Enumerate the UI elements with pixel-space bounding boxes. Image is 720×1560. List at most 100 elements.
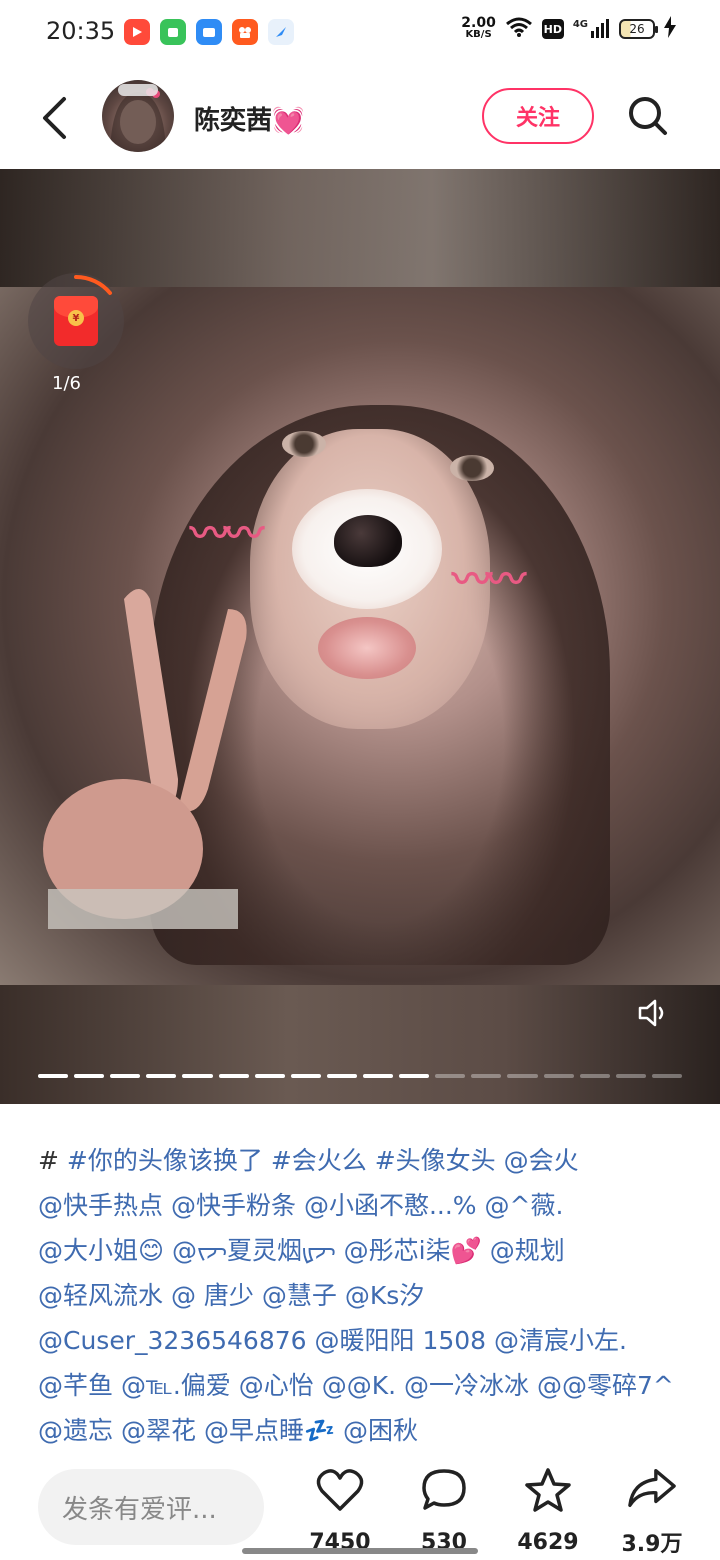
heart-icon	[316, 1469, 364, 1511]
favorite-count: 4629	[517, 1530, 579, 1555]
mention-link[interactable]: @翠花	[121, 1416, 196, 1445]
share-button[interactable]: 3.9万	[612, 1466, 692, 1558]
carousel-page-indicator	[38, 1074, 682, 1078]
page-indicator-dash	[146, 1074, 177, 1078]
mention-link[interactable]: @慧子	[262, 1281, 337, 1310]
page-indicator-dash	[615, 1074, 646, 1078]
battery-icon: 26	[619, 19, 658, 39]
mention-link[interactable]: @^薇.	[485, 1191, 564, 1220]
like-button[interactable]: 7450	[300, 1466, 380, 1558]
mention-link[interactable]: @遗忘	[38, 1416, 113, 1445]
bottom-action-bar: 发条有爱评... 7450 530 4629 3.9万	[0, 1452, 720, 1560]
files-app-icon	[196, 19, 222, 45]
blurred-backdrop-bottom	[0, 985, 720, 1104]
share-arrow-icon	[628, 1469, 676, 1507]
page-indicator-dash	[290, 1074, 321, 1078]
mention-link[interactable]: @小函不憨...%	[304, 1191, 477, 1220]
mention-link[interactable]: @快手粉条	[171, 1191, 296, 1220]
favorite-button[interactable]: 4629	[508, 1466, 588, 1558]
hashtag-link[interactable]: #你的头像该换了	[67, 1146, 263, 1175]
clock: 20:35	[46, 17, 116, 45]
mention-link[interactable]: @芊鱼	[38, 1371, 113, 1400]
hashtag-link[interactable]: #会火么	[271, 1146, 367, 1175]
page-indicator-dash	[254, 1074, 285, 1078]
share-count: 3.9万	[621, 1532, 683, 1557]
search-icon	[629, 97, 667, 135]
blush-sticker-left: 〰〰	[190, 511, 264, 557]
follow-button[interactable]: 关注	[482, 88, 594, 144]
username[interactable]: 陈奕茜💓	[194, 100, 304, 137]
star-icon	[525, 1468, 571, 1512]
peace-sign-hand	[43, 589, 247, 929]
page-indicator-dash	[651, 1074, 682, 1078]
cellular-signal-icon: 4G	[573, 19, 610, 39]
page-indicator-dash	[507, 1074, 538, 1078]
mention-link[interactable]: @大小姐😊	[38, 1236, 164, 1265]
red-envelope-icon: ¥	[54, 296, 98, 346]
hashtag-link[interactable]: #头像女头	[375, 1146, 496, 1175]
mention-link[interactable]: @清宸小左.	[494, 1326, 627, 1355]
mention-link[interactable]: @早点睡💤	[204, 1416, 335, 1445]
profile-header: 陈奕茜💓 关注	[0, 70, 720, 166]
caption-lead-hash: #	[38, 1146, 59, 1175]
comment-button[interactable]: 530	[404, 1466, 484, 1558]
back-button[interactable]	[32, 90, 76, 146]
mention-link[interactable]: @@K.	[322, 1371, 396, 1400]
page-indicator-dash	[435, 1074, 466, 1078]
speaker-muted-icon	[638, 999, 664, 1027]
charging-icon	[664, 16, 676, 42]
mention-link[interactable]: @困秋	[343, 1416, 418, 1445]
mention-link[interactable]: @Cuser_3236546876	[38, 1326, 307, 1355]
mention-link[interactable]: @@零碎7^	[537, 1371, 674, 1400]
video-app-icon	[124, 19, 150, 45]
page-indicator-dash	[471, 1074, 502, 1078]
mention-link[interactable]: @彤芯i柒💕	[344, 1236, 482, 1265]
page-indicator-dash	[399, 1074, 430, 1078]
mention-link[interactable]: @轻风流水	[38, 1281, 163, 1310]
hd-icon: HD	[541, 19, 564, 39]
network-speed: 2.00 KB/S	[461, 15, 496, 40]
page-indicator-dash	[218, 1074, 249, 1078]
photo-mouth	[318, 617, 416, 679]
mention-link[interactable]: @Ks汐	[345, 1281, 424, 1310]
page-indicator-dash	[362, 1074, 394, 1078]
post-caption: # #你的头像该换了 #会火么 #头像女头 @会火 @快手热点 @快手粉条 @小…	[38, 1138, 688, 1453]
page-indicator-dash	[543, 1074, 574, 1078]
mention-link[interactable]: @规划	[490, 1236, 565, 1265]
notification-icons	[124, 19, 294, 45]
kuaishou-app-icon	[232, 19, 258, 45]
chevron-left-icon	[43, 97, 66, 139]
page-indicator-dash	[110, 1074, 141, 1078]
wechat-store-icon	[160, 19, 186, 45]
mention-link[interactable]: @℡.偏爱	[121, 1371, 231, 1400]
red-packet-count: 1/6	[52, 373, 81, 394]
feather-app-icon	[268, 19, 294, 45]
photo-eye-right	[450, 455, 494, 481]
home-indicator[interactable]	[242, 1548, 478, 1554]
blurred-backdrop-top	[0, 169, 720, 287]
page-indicator-dash	[38, 1074, 69, 1078]
mention-link[interactable]: @快手热点	[38, 1191, 163, 1220]
mention-link[interactable]: @心怡	[239, 1371, 314, 1400]
mute-button[interactable]	[626, 989, 682, 1037]
speech-bubble-icon	[422, 1469, 466, 1510]
search-button[interactable]	[624, 92, 672, 140]
comment-input[interactable]: 发条有爱评...	[38, 1469, 264, 1545]
mention-link[interactable]: @一冷冰冰	[404, 1371, 529, 1400]
page-indicator-dash	[579, 1074, 610, 1078]
red-packet-button[interactable]: ¥	[28, 273, 124, 369]
page-indicator-dash	[326, 1074, 357, 1078]
status-bar: 20:35 2.00 KB/S HD 4G 26	[0, 0, 720, 64]
mention-link[interactable]: @ᡕᠵ夏灵烟ᡁᠵ	[172, 1236, 336, 1265]
system-icons: 2.00 KB/S HD 4G 26	[461, 16, 676, 42]
wifi-icon	[505, 16, 533, 42]
avatar[interactable]	[102, 80, 174, 152]
page-indicator-dash	[182, 1074, 213, 1078]
mention-link[interactable]: @ 唐少	[171, 1281, 254, 1310]
blush-sticker-right: 〰〰	[452, 557, 526, 603]
photo-carousel[interactable]: 〰〰 〰〰 ¥ 1/6	[0, 169, 720, 1104]
dog-filter-nose	[334, 515, 402, 567]
page-indicator-dash	[74, 1074, 105, 1078]
mention-link[interactable]: @会火	[504, 1146, 579, 1175]
mention-link[interactable]: @暖阳阳 1508	[315, 1326, 487, 1355]
